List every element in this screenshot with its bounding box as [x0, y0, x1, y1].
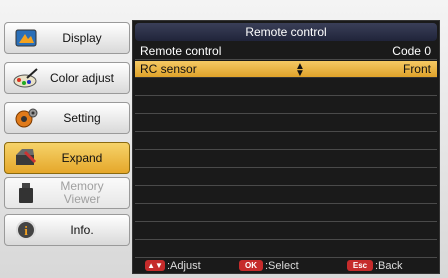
memory-viewer-icon — [11, 181, 41, 205]
panel-title: Remote control — [135, 23, 437, 41]
empty-row — [135, 133, 437, 150]
empty-row — [135, 151, 437, 168]
row-label: RC sensor — [140, 62, 197, 76]
esc-key-icon: Esc — [347, 260, 373, 271]
adjust-key-icon: ▲▼ — [145, 260, 165, 271]
nav-item-display[interactable]: Display — [4, 22, 130, 54]
row-rc-sensor[interactable]: RC sensor ▲ ▼ Front — [135, 61, 437, 79]
color-adjust-icon — [11, 66, 41, 90]
ok-key-icon: OK — [239, 260, 263, 271]
nav-item-expand[interactable]: Expand — [4, 142, 130, 174]
nav-item-label: Color adjust — [49, 70, 115, 85]
menu-window: Display Color adjust Setting Expand Memo — [0, 0, 448, 278]
row-label: Remote control — [140, 44, 222, 58]
settings-panel: Remote control Remote control Code 0 RC … — [132, 20, 440, 274]
select-hint: :Select — [265, 260, 299, 272]
nav-item-label: Expand — [61, 150, 103, 165]
nav-item-label: Setting — [63, 110, 101, 125]
nav-item-label: Display — [62, 30, 102, 45]
nav-item-label: Info. — [70, 222, 94, 237]
nav-item-color-adjust[interactable]: Color adjust — [4, 62, 130, 94]
back-hint: :Back — [375, 260, 403, 272]
empty-row — [135, 187, 437, 204]
empty-row — [135, 205, 437, 222]
setting-icon — [11, 106, 41, 130]
empty-row — [135, 241, 437, 258]
expand-icon — [11, 146, 41, 170]
up-down-arrow-icon: ▲ ▼ — [295, 61, 305, 79]
adjust-hint: :Adjust — [167, 260, 201, 272]
empty-row — [135, 223, 437, 240]
footer-hints: ▲▼ :Adjust OK :Select Esc :Back — [135, 259, 437, 273]
empty-row — [135, 97, 437, 114]
nav-item-label: Memory Viewer — [60, 179, 104, 206]
row-remote-control[interactable]: Remote control Code 0 — [135, 43, 437, 60]
info-icon: i — [11, 218, 41, 242]
svg-text:i: i — [24, 223, 28, 238]
nav-item-memory-viewer: Memory Viewer — [4, 177, 130, 209]
empty-row — [135, 79, 437, 96]
nav-item-info[interactable]: i Info. — [4, 214, 130, 246]
empty-row — [135, 115, 437, 132]
nav-item-setting[interactable]: Setting — [4, 102, 130, 134]
row-value: Front — [402, 62, 431, 76]
display-icon — [11, 26, 41, 50]
row-value: Code 0 — [392, 44, 431, 58]
empty-row — [135, 169, 437, 186]
